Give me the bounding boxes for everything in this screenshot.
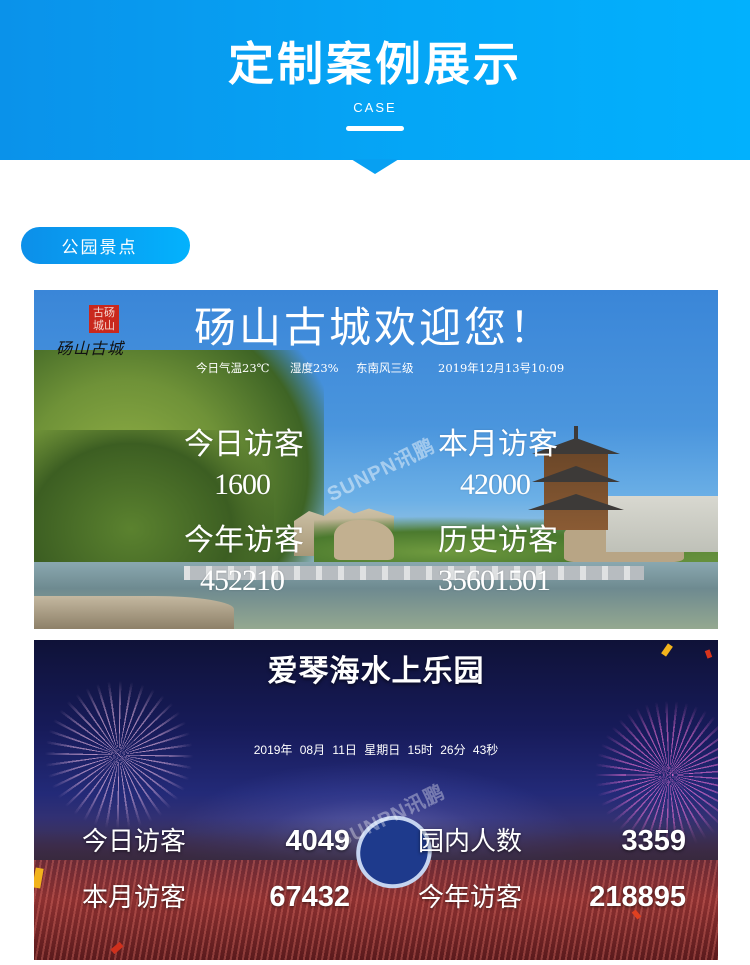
stone-shore-scenery bbox=[34, 596, 234, 629]
stat-value-today: 1600 bbox=[214, 468, 271, 501]
category-tab-label: 公园景点 bbox=[61, 238, 138, 258]
humidity-readout: 湿度23% bbox=[290, 361, 339, 375]
banner-pointer-arrow-icon bbox=[351, 159, 399, 174]
category-tab-parks[interactable]: 公园景点 bbox=[21, 227, 190, 264]
stat-label-today: 今日访客 bbox=[82, 827, 187, 857]
watermark: SUNPN讯鹏 bbox=[323, 435, 439, 507]
page-title: 定制案例展示 bbox=[228, 37, 522, 91]
calligraphy-logo: 砀山古城 bbox=[56, 339, 125, 358]
stat-label-month: 本月访客 bbox=[82, 883, 187, 913]
stat-label-year: 今年访客 bbox=[184, 523, 304, 558]
datetime-readout: 2019年 08月 11日 星期日 15时 26分 43秒 bbox=[253, 743, 499, 757]
stat-label-today: 今日访客 bbox=[184, 427, 304, 462]
stat-value-year: 452210 bbox=[200, 564, 285, 597]
seal-logo-icon: 古砀城山 bbox=[89, 305, 119, 333]
page-subtitle: CASE bbox=[353, 100, 397, 115]
datetime-readout: 2019年12月13号10:09 bbox=[438, 361, 565, 375]
screen-title: 砀山古城欢迎您！ bbox=[194, 303, 555, 352]
header-banner: 定制案例展示 CASE bbox=[0, 0, 750, 160]
temperature-readout: 今日气温23℃ bbox=[196, 361, 270, 375]
stat-label-month: 本月访客 bbox=[438, 427, 558, 462]
wind-readout: 东南风三级 bbox=[356, 361, 414, 375]
stat-label-year: 今年访客 bbox=[418, 883, 523, 913]
pagoda-roof bbox=[528, 494, 624, 510]
case-screen-dangshan: 古砀城山 砀山古城 砀山古城欢迎您！ 今日气温23℃ 湿度23% 东南风三级 2… bbox=[34, 290, 718, 629]
rockery-scenery bbox=[334, 520, 394, 560]
stat-value-month: 67432 bbox=[269, 881, 350, 913]
pagoda-roof bbox=[532, 466, 620, 482]
stat-value-year: 218895 bbox=[589, 881, 686, 913]
stat-value-month: 42000 bbox=[460, 468, 531, 501]
stat-value-today: 4049 bbox=[285, 825, 350, 857]
stat-value-history: 35601501 bbox=[438, 564, 551, 597]
stat-value-in-park: 3359 bbox=[621, 825, 686, 857]
case-screen-aegean-waterpark: 爱琴海水上乐园 2019年 08月 11日 星期日 15时 26分 43秒 SU… bbox=[34, 640, 718, 960]
stat-label-history: 历史访客 bbox=[438, 523, 558, 558]
screen-title: 爱琴海水上乐园 bbox=[267, 654, 485, 689]
title-underline bbox=[346, 126, 404, 131]
stat-label-in-park: 园内人数 bbox=[418, 827, 523, 857]
